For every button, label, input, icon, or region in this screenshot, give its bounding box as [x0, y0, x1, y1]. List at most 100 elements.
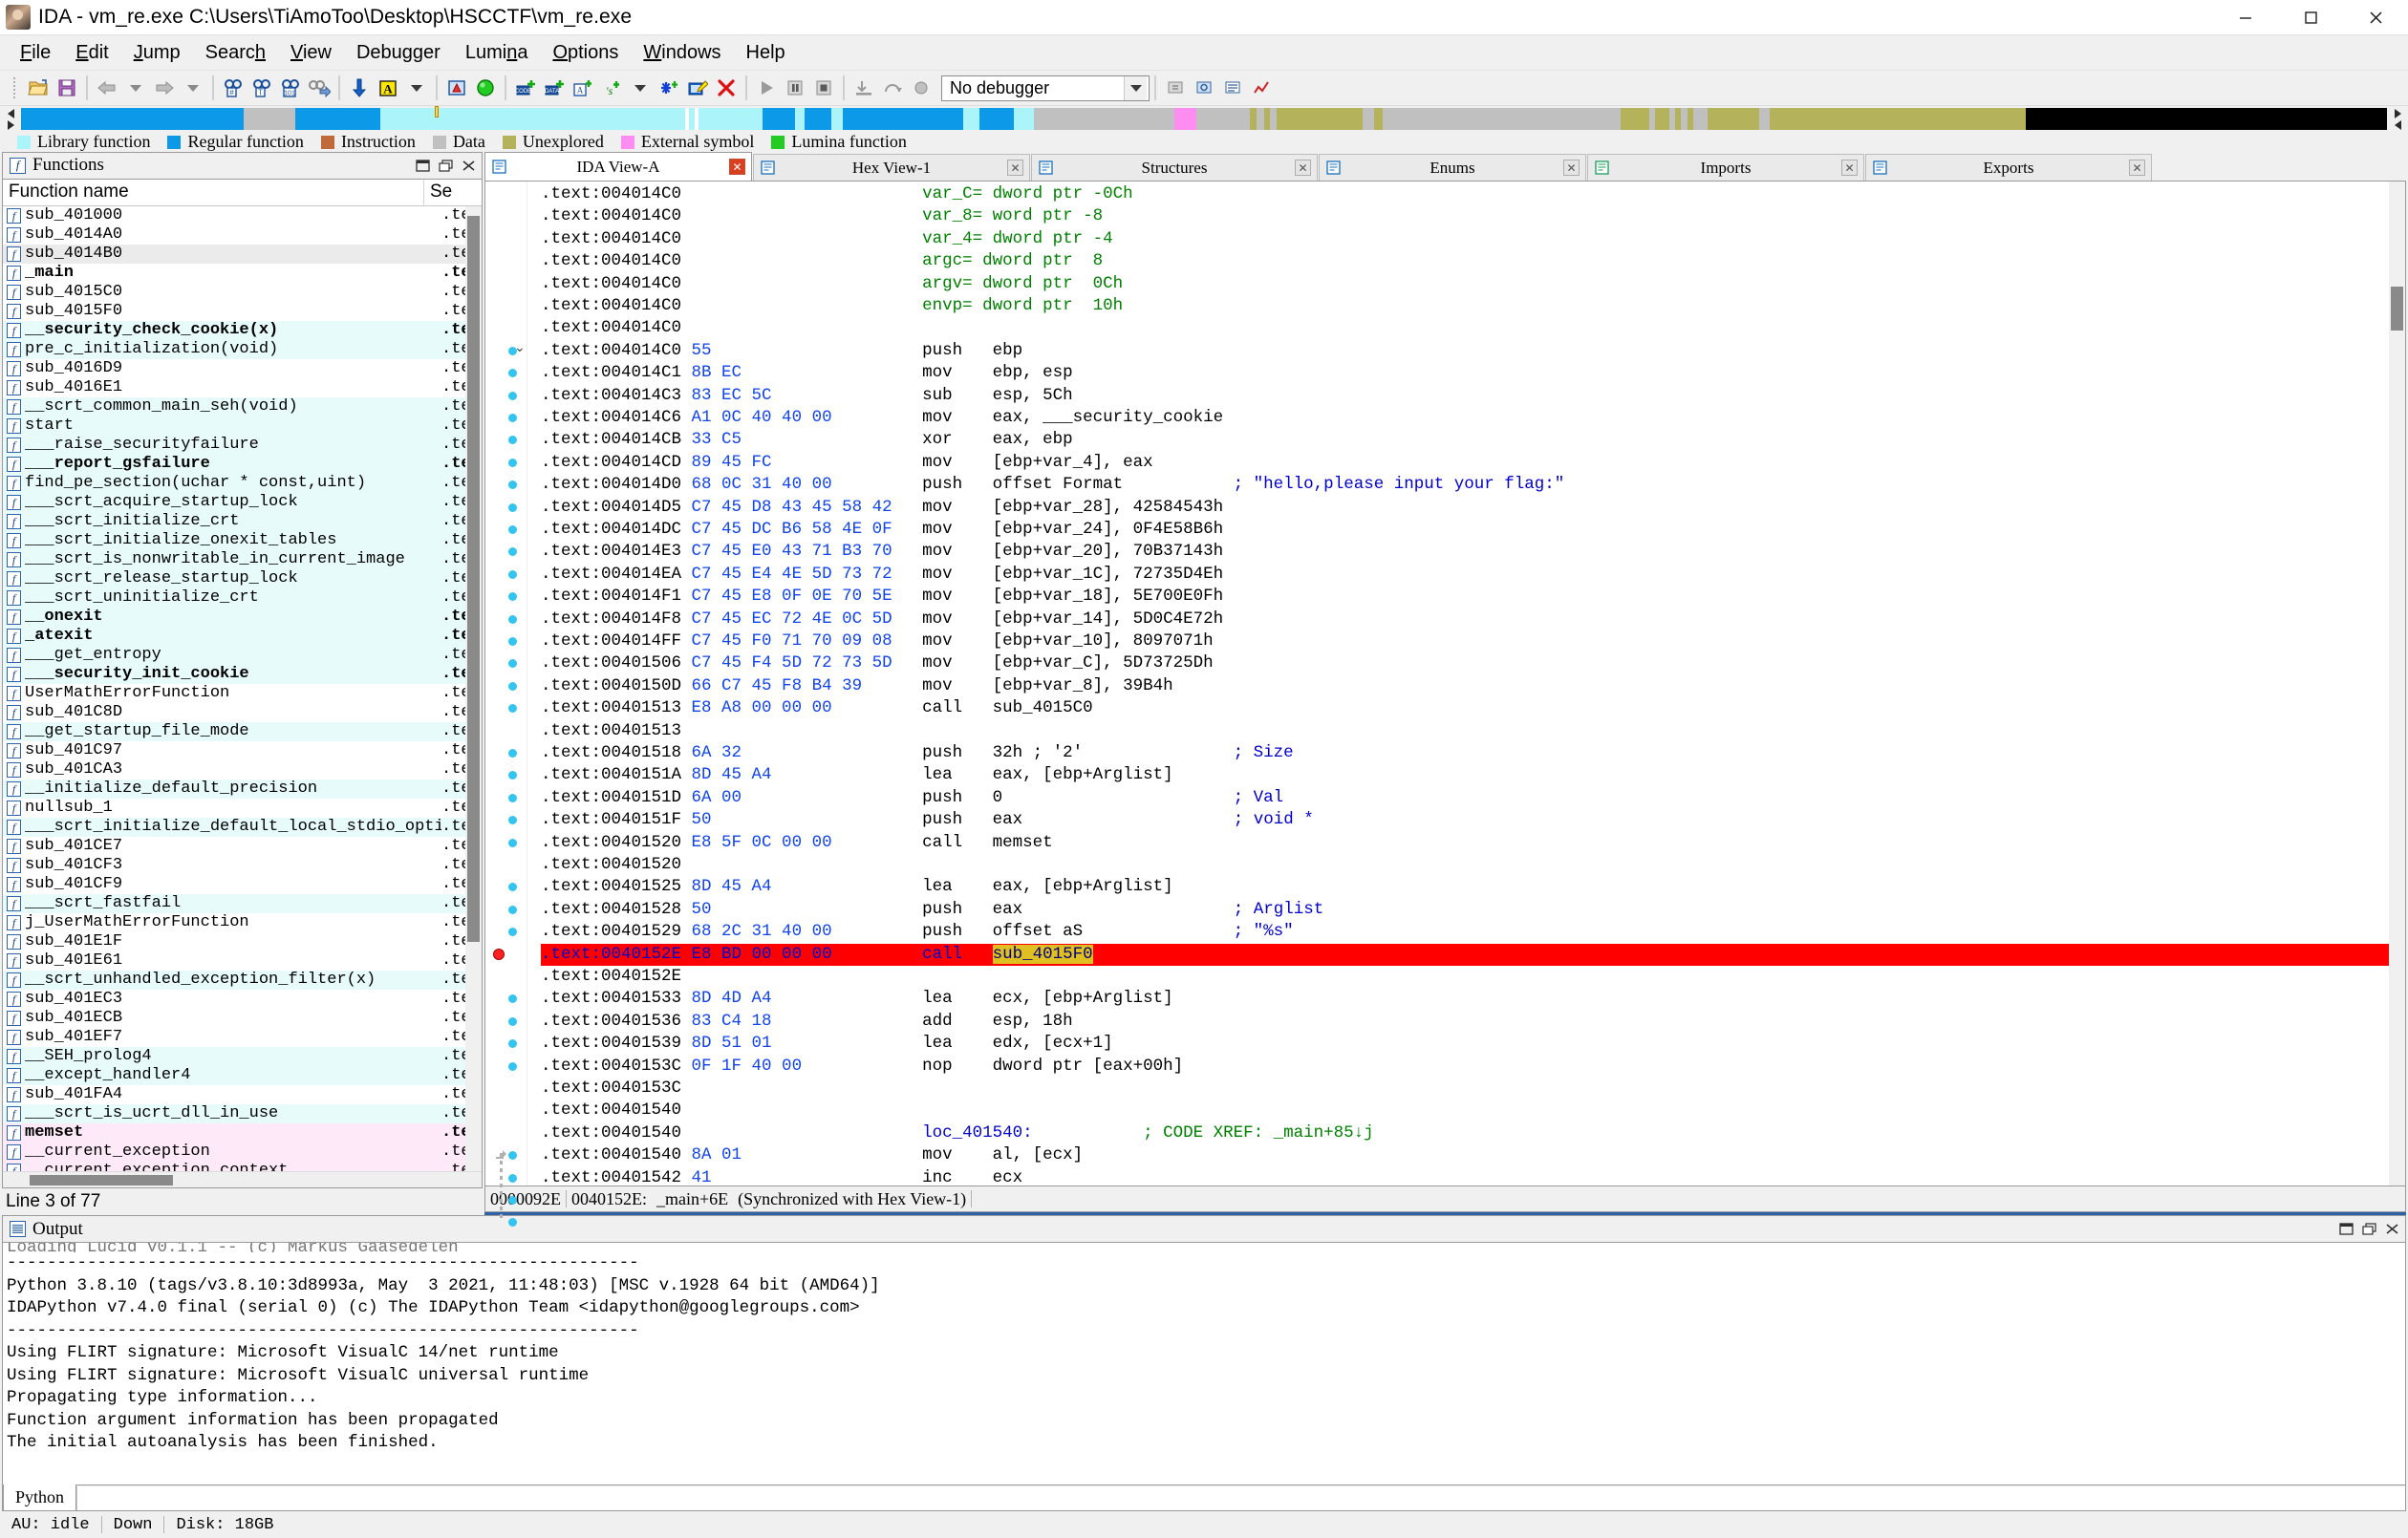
debugger-options-icon[interactable]: [1191, 75, 1217, 101]
restore-window-icon[interactable]: [411, 155, 434, 176]
function-list-item[interactable]: f sub_401CF3 .te: [3, 856, 482, 875]
function-list-item[interactable]: f _main .te: [3, 264, 482, 283]
menu-help[interactable]: Help: [734, 39, 798, 66]
function-list-item[interactable]: f pre_c_initialization(void) .te: [3, 339, 482, 359]
function-list-item[interactable]: f ___security_init_cookie .te: [3, 664, 482, 684]
function-list-item[interactable]: f ___scrt_acquire_startup_lock .te: [3, 492, 482, 512]
disassembly-line[interactable]: .text:00401540 loc_401540: ; CODE XREF: …: [541, 1122, 2389, 1144]
function-list-item[interactable]: f sub_401FA4 .te: [3, 1085, 482, 1104]
tab-close-icon[interactable]: ✕: [729, 159, 745, 175]
back-arrow-icon[interactable]: [94, 75, 120, 101]
text-mode-dropdown-icon[interactable]: [403, 75, 430, 101]
tab-ida-view-a[interactable]: IDA View-A ✕: [484, 152, 752, 181]
menu-debugger[interactable]: Debugger: [344, 39, 453, 66]
disassembly-code[interactable]: .text:004014C0 var_C= dword ptr -0Ch .tex…: [527, 182, 2389, 1186]
function-list-item[interactable]: f ___scrt_initialize_default_local_stdio_…: [3, 817, 482, 837]
pause-icon[interactable]: [782, 75, 808, 101]
nav-scroll-arrows[interactable]: [2387, 108, 2408, 130]
function-list-item[interactable]: f sub_401EF7 .te: [3, 1028, 482, 1047]
disassembly-line[interactable]: .text:00401540 8A 01 mov al, [ecx]: [541, 1144, 2389, 1166]
function-list-item[interactable]: f ___scrt_is_ucrt_dll_in_use .te: [3, 1103, 482, 1123]
functions-hscroll-thumb[interactable]: [30, 1175, 173, 1186]
function-list-item[interactable]: f __current_exception .te: [3, 1142, 482, 1162]
run-icon[interactable]: [753, 75, 780, 101]
function-list-item[interactable]: f sub_4016E1 .te: [3, 378, 482, 397]
menu-view[interactable]: View: [278, 39, 344, 66]
tab-close-icon[interactable]: ✕: [1563, 160, 1580, 176]
stop-icon[interactable]: [810, 75, 837, 101]
disassembly-line[interactable]: .text:00401536 83 C4 18 add esp, 18h: [541, 1011, 2389, 1033]
disassembly-line[interactable]: .text:004014C0: [541, 317, 2389, 339]
text-mode-icon[interactable]: A: [375, 75, 401, 101]
disassembly-gutter[interactable]: ⌄: [485, 182, 527, 1228]
breakpoint-marker[interactable]: [493, 948, 505, 960]
disassembly-line[interactable]: .text:004014C1 8B EC mov ebp, esp: [541, 362, 2389, 384]
tab-imports[interactable]: Imports ✕: [1587, 154, 1864, 181]
disassembly-line[interactable]: .text:004014C0 var_8= word ptr -8: [541, 205, 2389, 227]
make-code-icon[interactable]: CODE: [512, 75, 539, 101]
disassembly-line[interactable]: .text:004014F8 C7 45 EC 72 4E 0C 5D mov …: [541, 609, 2389, 630]
menu-edit[interactable]: Edit: [63, 39, 120, 66]
make-function-icon[interactable]: [656, 75, 682, 101]
function-list-item[interactable]: f sub_4014A0 .te: [3, 225, 482, 245]
disassembly-line[interactable]: .text:0040152E: [541, 966, 2389, 988]
disassembly-line[interactable]: .text:0040153C: [541, 1078, 2389, 1100]
disassembly-line[interactable]: .text:00401540: [541, 1100, 2389, 1121]
function-list-item[interactable]: f sub_4015F0 .te: [3, 302, 482, 321]
disassembly-line[interactable]: .text:0040153C 0F 1F 40 00 nop dword ptr…: [541, 1056, 2389, 1078]
disassembly-line[interactable]: .text:00401513 E8 A8 00 00 00 call sub_4…: [541, 697, 2389, 719]
edit-function-icon[interactable]: [684, 75, 711, 101]
disassembly-line[interactable]: .text:0040151F 50 push eax ; void *: [541, 809, 2389, 831]
disassembly-line[interactable]: .text:004014D0 68 0C 31 40 00 push offse…: [541, 474, 2389, 496]
output-restore-window-icon[interactable]: [2334, 1219, 2357, 1240]
function-list-item[interactable]: f sub_401ECB .te: [3, 1009, 482, 1028]
menu-windows[interactable]: Windows: [631, 39, 733, 66]
disassembly-line[interactable]: .text:00401539 8D 51 01 lea edx, [ecx+1]: [541, 1033, 2389, 1055]
function-list-item[interactable]: f sub_401CF9 .te: [3, 875, 482, 894]
function-list-item[interactable]: f ___report_gsfailure .te: [3, 454, 482, 474]
menu-options[interactable]: Options: [540, 39, 631, 66]
disassembly-line[interactable]: .text:004014E3 C7 45 E0 43 71 B3 70 mov …: [541, 541, 2389, 563]
navigation-band[interactable]: [0, 106, 2408, 132]
disassembly-line[interactable]: .text:004014C0 var_4= dword ptr -4: [541, 228, 2389, 250]
function-list-item[interactable]: f __current_exception_context .te: [3, 1161, 482, 1171]
function-list-item[interactable]: f __get_startup_file_mode .te: [3, 721, 482, 741]
disassembly-line[interactable]: .text:0040151A 8D 45 A4 lea eax, [ebp+Ar…: [541, 764, 2389, 786]
close-button[interactable]: [2343, 0, 2408, 35]
search-next-icon[interactable]: [306, 75, 333, 101]
breakpoint-icon[interactable]: [908, 75, 935, 101]
tab-close-icon[interactable]: ✕: [1295, 160, 1311, 176]
function-list-item[interactable]: f ___scrt_fastfail .te: [3, 893, 482, 913]
menu-lumina[interactable]: Lumina: [453, 39, 541, 66]
disassembly-line[interactable]: .text:00401542 41 inc ecx: [541, 1167, 2389, 1186]
function-list-item[interactable]: f memset .te: [3, 1122, 482, 1143]
disassembly-line[interactable]: .text:004014F1 C7 45 E8 0F 0E 70 5E mov …: [541, 586, 2389, 608]
disassembly-line[interactable]: .text:004014C0 55 push ebp: [541, 340, 2389, 362]
disassembly-line[interactable]: .text:00401529 68 2C 31 40 00 push offse…: [541, 921, 2389, 943]
disassembly-vertical-scrollbar[interactable]: [2389, 182, 2405, 1186]
disassembly-line[interactable]: .text:004014CB 33 C5 xor eax, ebp: [541, 429, 2389, 451]
disassembly-line[interactable]: .text:0040150D 66 C7 45 F8 B4 39 mov [eb…: [541, 675, 2389, 697]
function-list-item[interactable]: f __initialize_default_precision .te: [3, 779, 482, 799]
functions-scroll-thumb[interactable]: [467, 215, 480, 942]
tab-structures[interactable]: Structures ✕: [1031, 154, 1318, 181]
function-list-item[interactable]: f __security_check_cookie(x) .te: [3, 320, 482, 340]
float-window-icon[interactable]: [434, 155, 457, 176]
function-list-item[interactable]: f __onexit .te: [3, 607, 482, 627]
minimize-button[interactable]: [2213, 0, 2278, 35]
disassembly-scroll-thumb[interactable]: [2391, 287, 2403, 331]
function-list-item[interactable]: f start .te: [3, 416, 482, 436]
function-list-item[interactable]: f ___scrt_release_startup_lock .te: [3, 568, 482, 588]
disassembly-line[interactable]: .text:004014FF C7 45 F0 71 70 09 08 mov …: [541, 630, 2389, 652]
disassembly-line[interactable]: .text:00401533 8D 4D A4 lea ecx, [ebp+Ar…: [541, 988, 2389, 1010]
maximize-button[interactable]: [2278, 0, 2343, 35]
function-list-item[interactable]: f __scrt_unhandled_exception_filter(x) .te: [3, 970, 482, 990]
function-list-item[interactable]: f sub_4016D9 .te: [3, 359, 482, 378]
column-header-function-name[interactable]: Function name: [3, 179, 424, 205]
function-list-item[interactable]: f sub_401C97 .te: [3, 741, 482, 760]
output-float-window-icon[interactable]: [2357, 1219, 2380, 1240]
tab-close-icon[interactable]: ✕: [1841, 160, 1858, 176]
back-dropdown-icon[interactable]: [122, 75, 149, 101]
fold-collapse-icon[interactable]: ⌄: [514, 339, 526, 355]
tab-close-icon[interactable]: ✕: [1007, 160, 1023, 176]
